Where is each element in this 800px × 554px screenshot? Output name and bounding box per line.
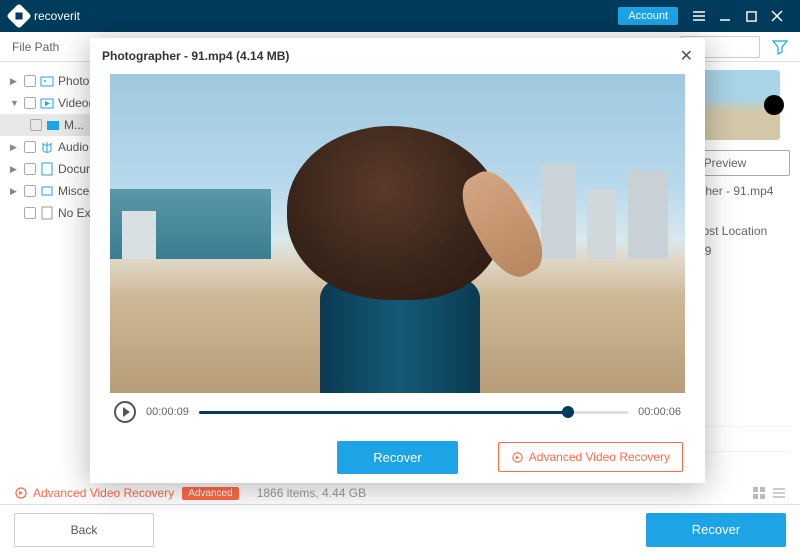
filter-icon[interactable]	[772, 39, 788, 55]
advanced-video-recovery-link[interactable]: Advanced Video Recovery	[14, 486, 174, 500]
account-button[interactable]: Account	[618, 7, 678, 25]
tree-label: No Ext	[58, 206, 94, 220]
app-name: recoverit	[34, 9, 80, 23]
tree-label: Audio	[58, 140, 89, 154]
modal-advanced-recovery-button[interactable]: Advanced Video Recovery	[498, 442, 683, 472]
file-path-label: File Path	[12, 40, 59, 54]
advanced-badge: Advanced	[182, 487, 238, 500]
progress-bar[interactable]	[199, 411, 628, 414]
close-icon[interactable]	[764, 3, 790, 29]
app-logo: recoverit	[10, 7, 80, 25]
menu-icon[interactable]	[686, 3, 712, 29]
grid-view-icon[interactable]	[752, 486, 766, 500]
minimize-icon[interactable]	[712, 3, 738, 29]
preview-modal: Photographer - 91.mp4 (4.14 MB) ✕ 00:00:…	[90, 38, 705, 483]
current-time: 00:00:09	[146, 406, 189, 418]
tree-label: Miscel	[58, 184, 92, 198]
item-count: 1866 items, 4.44 GB	[257, 486, 366, 500]
recovery-icon	[511, 451, 524, 464]
modal-footer: Recover Advanced Video Recovery	[90, 431, 705, 483]
modal-title: Photographer - 91.mp4 (4.14 MB)	[102, 49, 289, 63]
status-bar: Advanced Video Recovery Advanced 1866 it…	[0, 482, 800, 504]
tree-label: M...	[64, 118, 84, 132]
footer: Back Recover	[0, 504, 800, 554]
list-view-icon[interactable]	[772, 486, 786, 500]
logo-icon	[6, 3, 31, 28]
modal-header: Photographer - 91.mp4 (4.14 MB) ✕	[90, 38, 705, 74]
progress-thumb[interactable]	[562, 406, 574, 418]
tree-label: Photo	[58, 74, 89, 88]
total-time: 00:00:06	[638, 406, 681, 418]
maximize-icon[interactable]	[738, 3, 764, 29]
close-icon[interactable]: ✕	[680, 46, 693, 66]
title-bar: recoverit Account	[0, 0, 800, 32]
recover-button[interactable]: Recover	[646, 513, 786, 547]
video-controls: 00:00:09 00:00:06	[90, 393, 705, 431]
recovery-icon	[14, 486, 28, 500]
play-icon[interactable]	[114, 401, 136, 423]
video-preview[interactable]	[110, 74, 685, 393]
modal-recover-button[interactable]: Recover	[337, 441, 457, 474]
back-button[interactable]: Back	[14, 513, 154, 547]
